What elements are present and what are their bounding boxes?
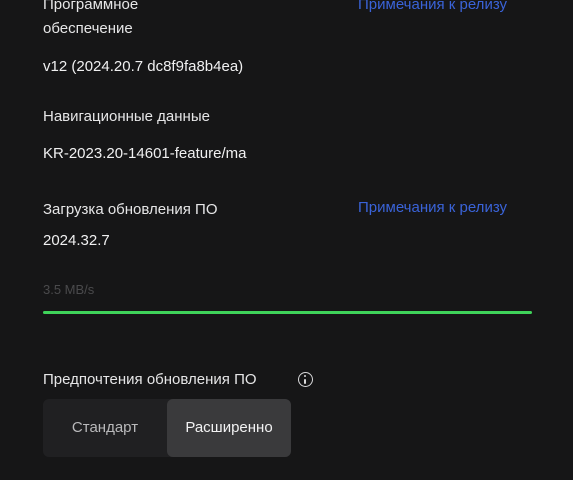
download-speed: 3.5 MB/s	[43, 282, 95, 297]
download-progress-fill	[43, 311, 532, 314]
info-icon[interactable]	[298, 372, 313, 387]
update-release-notes-link[interactable]: Примечания к релизу	[358, 197, 507, 219]
option-standard-button[interactable]: Стандарт	[43, 399, 167, 457]
software-release-notes-link[interactable]: Примечания к релизу	[358, 0, 507, 16]
update-version: 2024.32.7	[43, 232, 110, 249]
software-label-line1: Программное	[43, 0, 139, 13]
update-preferences-label: Предпочтения обновления ПО	[43, 371, 257, 388]
update-download-label: Загрузка обновления ПО	[43, 201, 218, 218]
download-progress-bar	[43, 311, 532, 314]
navigation-data-label: Навигационные данные	[43, 108, 210, 125]
update-preference-selector: Стандарт Расширенно	[43, 399, 291, 457]
option-advanced-button[interactable]: Расширенно	[167, 399, 291, 457]
navigation-data-value: KR-2023.20-14601-feature/ma	[43, 145, 247, 162]
software-label-line2: обеспечение	[43, 20, 133, 37]
software-version: v12 (2024.20.7 dc8f9fa8b4ea)	[43, 58, 244, 75]
